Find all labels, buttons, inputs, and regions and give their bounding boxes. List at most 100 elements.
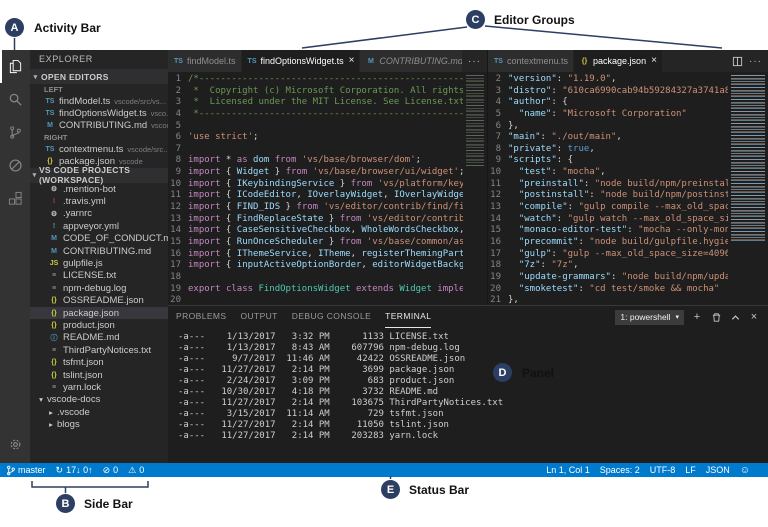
tab-bar-right: TScontextmenu.ts{}package.json× ···	[488, 50, 768, 72]
editor-tab[interactable]: {}package.json×	[574, 50, 662, 72]
panel-tab-debug-console[interactable]: DEBUG CONSOLE	[292, 306, 371, 328]
debug-icon[interactable]	[0, 149, 30, 182]
terminal-select[interactable]: 1: powershell ▾	[615, 310, 684, 325]
status-item[interactable]: ↻17↓ 0↑	[56, 465, 93, 476]
code-line: 4"author": {	[488, 97, 728, 109]
annotation-e-circle: E	[381, 480, 400, 499]
screenshot-root: A Activity Bar C Editor Groups D Panel B…	[0, 0, 768, 527]
maximize-panel-icon[interactable]	[729, 312, 741, 323]
open-editor-item[interactable]: MCONTRIBUTING.mdvscode	[30, 120, 168, 132]
folder-item[interactable]: ▸.vscode	[30, 406, 168, 418]
extensions-icon[interactable]	[0, 182, 30, 215]
annotation-b-circle: B	[56, 494, 75, 513]
editor-packagejson[interactable]: 2"version": "1.19.0",3"distro": "610ca69…	[488, 72, 768, 305]
tab-title: package.json	[593, 56, 646, 66]
line-number: 16	[488, 237, 508, 249]
file-item[interactable]: {}OSSREADME.json	[30, 294, 168, 306]
open-editors-header[interactable]: ▾ OPEN EDITORS	[30, 69, 168, 84]
file-icon: ≡	[48, 347, 60, 354]
file-name: .yarnrc	[63, 208, 92, 219]
code-line: 5 "name": "Microsoft Corporation"	[488, 109, 728, 121]
file-icon: {}	[48, 359, 60, 366]
file-name: appveyor.yml	[63, 221, 119, 232]
line-number: 15	[168, 237, 188, 249]
tab-title: findOptionsWidget.ts	[261, 56, 344, 66]
code-lines-left: 1/*-------------------------------------…	[168, 72, 463, 305]
code-line: 14 "watch": "gulp watch --max_old_space_…	[488, 214, 728, 226]
file-item[interactable]: {}product.json	[30, 319, 168, 331]
close-panel-icon[interactable]: ×	[748, 311, 760, 323]
more-actions-icon[interactable]: ···	[468, 56, 481, 67]
kill-terminal-icon[interactable]	[710, 312, 722, 323]
file-name: .mention-bot	[63, 184, 116, 195]
code-text: import { RunOnceScheduler } from 'vs/bas…	[188, 237, 463, 249]
explorer-title: EXPLORER	[30, 50, 168, 69]
close-icon[interactable]: ×	[349, 56, 355, 66]
file-item[interactable]: MCODE_OF_CONDUCT.md	[30, 233, 168, 245]
annotation-c-circle: C	[466, 10, 485, 29]
file-item[interactable]: !appveyor.yml	[30, 220, 168, 232]
status-item[interactable]: ⚠0	[128, 465, 144, 476]
open-editor-item[interactable]: TSfindModel.tsvscode/src/vs...	[30, 95, 168, 107]
file-item[interactable]: {}tsfmt.json	[30, 356, 168, 368]
feedback-smiley-icon[interactable]: ☺	[740, 465, 750, 476]
panel-tab-problems[interactable]: PROBLEMS	[176, 306, 226, 328]
split-editor-icon[interactable]	[731, 56, 743, 67]
file-item[interactable]: ≡LICENSE.txt	[30, 270, 168, 282]
settings-gear-icon[interactable]	[0, 428, 30, 461]
code-text: "preinstall": "node build/npm/preinstal	[508, 179, 728, 191]
code-text: },	[508, 121, 519, 133]
status-item[interactable]: Spaces: 2	[600, 465, 640, 475]
file-item[interactable]: !.travis.yml	[30, 195, 168, 207]
close-icon[interactable]: ×	[651, 56, 657, 66]
status-item[interactable]: Ln 1, Col 1	[546, 465, 590, 475]
folder-item[interactable]: ▾vscode-docs	[30, 394, 168, 406]
file-item[interactable]: JSgulpfile.js	[30, 257, 168, 269]
status-item[interactable]: ⊘0	[103, 465, 119, 476]
minimap[interactable]	[728, 72, 768, 305]
file-item[interactable]: ⓘREADME.md	[30, 332, 168, 344]
chevron-right-icon: ▸	[46, 408, 56, 417]
file-item[interactable]: ≡npm-debug.log	[30, 282, 168, 294]
status-item[interactable]: master	[6, 465, 46, 476]
workspace-header[interactable]: ▾ VS CODE PROJECTS (WORKSPACE)	[30, 168, 168, 183]
minimap[interactable]	[463, 72, 487, 305]
file-item[interactable]: {}tslint.json	[30, 369, 168, 381]
status-item[interactable]: JSON	[706, 465, 730, 475]
file-name: ThirdPartyNotices.txt	[63, 345, 151, 356]
line-number: 19	[168, 284, 188, 296]
file-item[interactable]: ≡yarn.lock	[30, 381, 168, 393]
file-item[interactable]: ≡ThirdPartyNotices.txt	[30, 344, 168, 356]
code-line: 3 * Licensed under the MIT License. See …	[168, 97, 463, 109]
new-terminal-icon[interactable]: +	[691, 311, 703, 323]
editor-group-left: TSfindModel.tsTSfindOptionsWidget.ts×MCO…	[168, 50, 487, 305]
panel-tab-terminal[interactable]: TERMINAL	[385, 306, 431, 328]
panel-tab-output[interactable]: OUTPUT	[240, 306, 277, 328]
editor-group-right: TScontextmenu.ts{}package.json× ··· 2"ve…	[487, 50, 768, 305]
terminal[interactable]: -a--- 1/13/2017 3:32 PM 1133 LICENSE.txt…	[168, 328, 768, 477]
terminal-line: -a--- 11/27/2017 2:14 PM 103675 ThirdPar…	[178, 398, 768, 409]
file-item[interactable]: ⚙.yarnrc	[30, 208, 168, 220]
line-number: 17	[168, 260, 188, 272]
open-editor-item[interactable]: TSfindOptionsWidget.tsvsco...	[30, 107, 168, 119]
annotation-d-letter: D	[499, 367, 507, 379]
code-text: "name": "Microsoft Corporation"	[508, 109, 687, 121]
open-editor-item[interactable]: TScontextmenu.tsvscode/src...	[30, 143, 168, 155]
terminal-output: -a--- 1/13/2017 3:32 PM 1133 LICENSE.txt…	[178, 332, 768, 442]
editor-tab[interactable]: TSfindOptionsWidget.ts×	[242, 50, 360, 72]
status-item[interactable]: UTF-8	[650, 465, 676, 475]
file-item[interactable]: {}package.json	[30, 307, 168, 319]
status-item[interactable]: LF	[685, 465, 696, 475]
search-icon[interactable]	[0, 83, 30, 116]
file-item[interactable]: MCONTRIBUTING.md	[30, 245, 168, 257]
line-number: 10	[168, 179, 188, 191]
editor-tab[interactable]: MCONTRIBUTING.md	[360, 50, 462, 72]
editor-findoptionswidget[interactable]: 1/*-------------------------------------…	[168, 72, 487, 305]
editor-tab[interactable]: TScontextmenu.ts	[488, 50, 573, 72]
folder-item[interactable]: ▸blogs	[30, 418, 168, 430]
editor-tab[interactable]: TSfindModel.ts	[168, 50, 241, 72]
explorer-icon[interactable]	[0, 50, 30, 83]
source-control-icon[interactable]	[0, 116, 30, 149]
minimap-content	[466, 75, 484, 168]
more-actions-icon[interactable]: ···	[749, 56, 762, 67]
